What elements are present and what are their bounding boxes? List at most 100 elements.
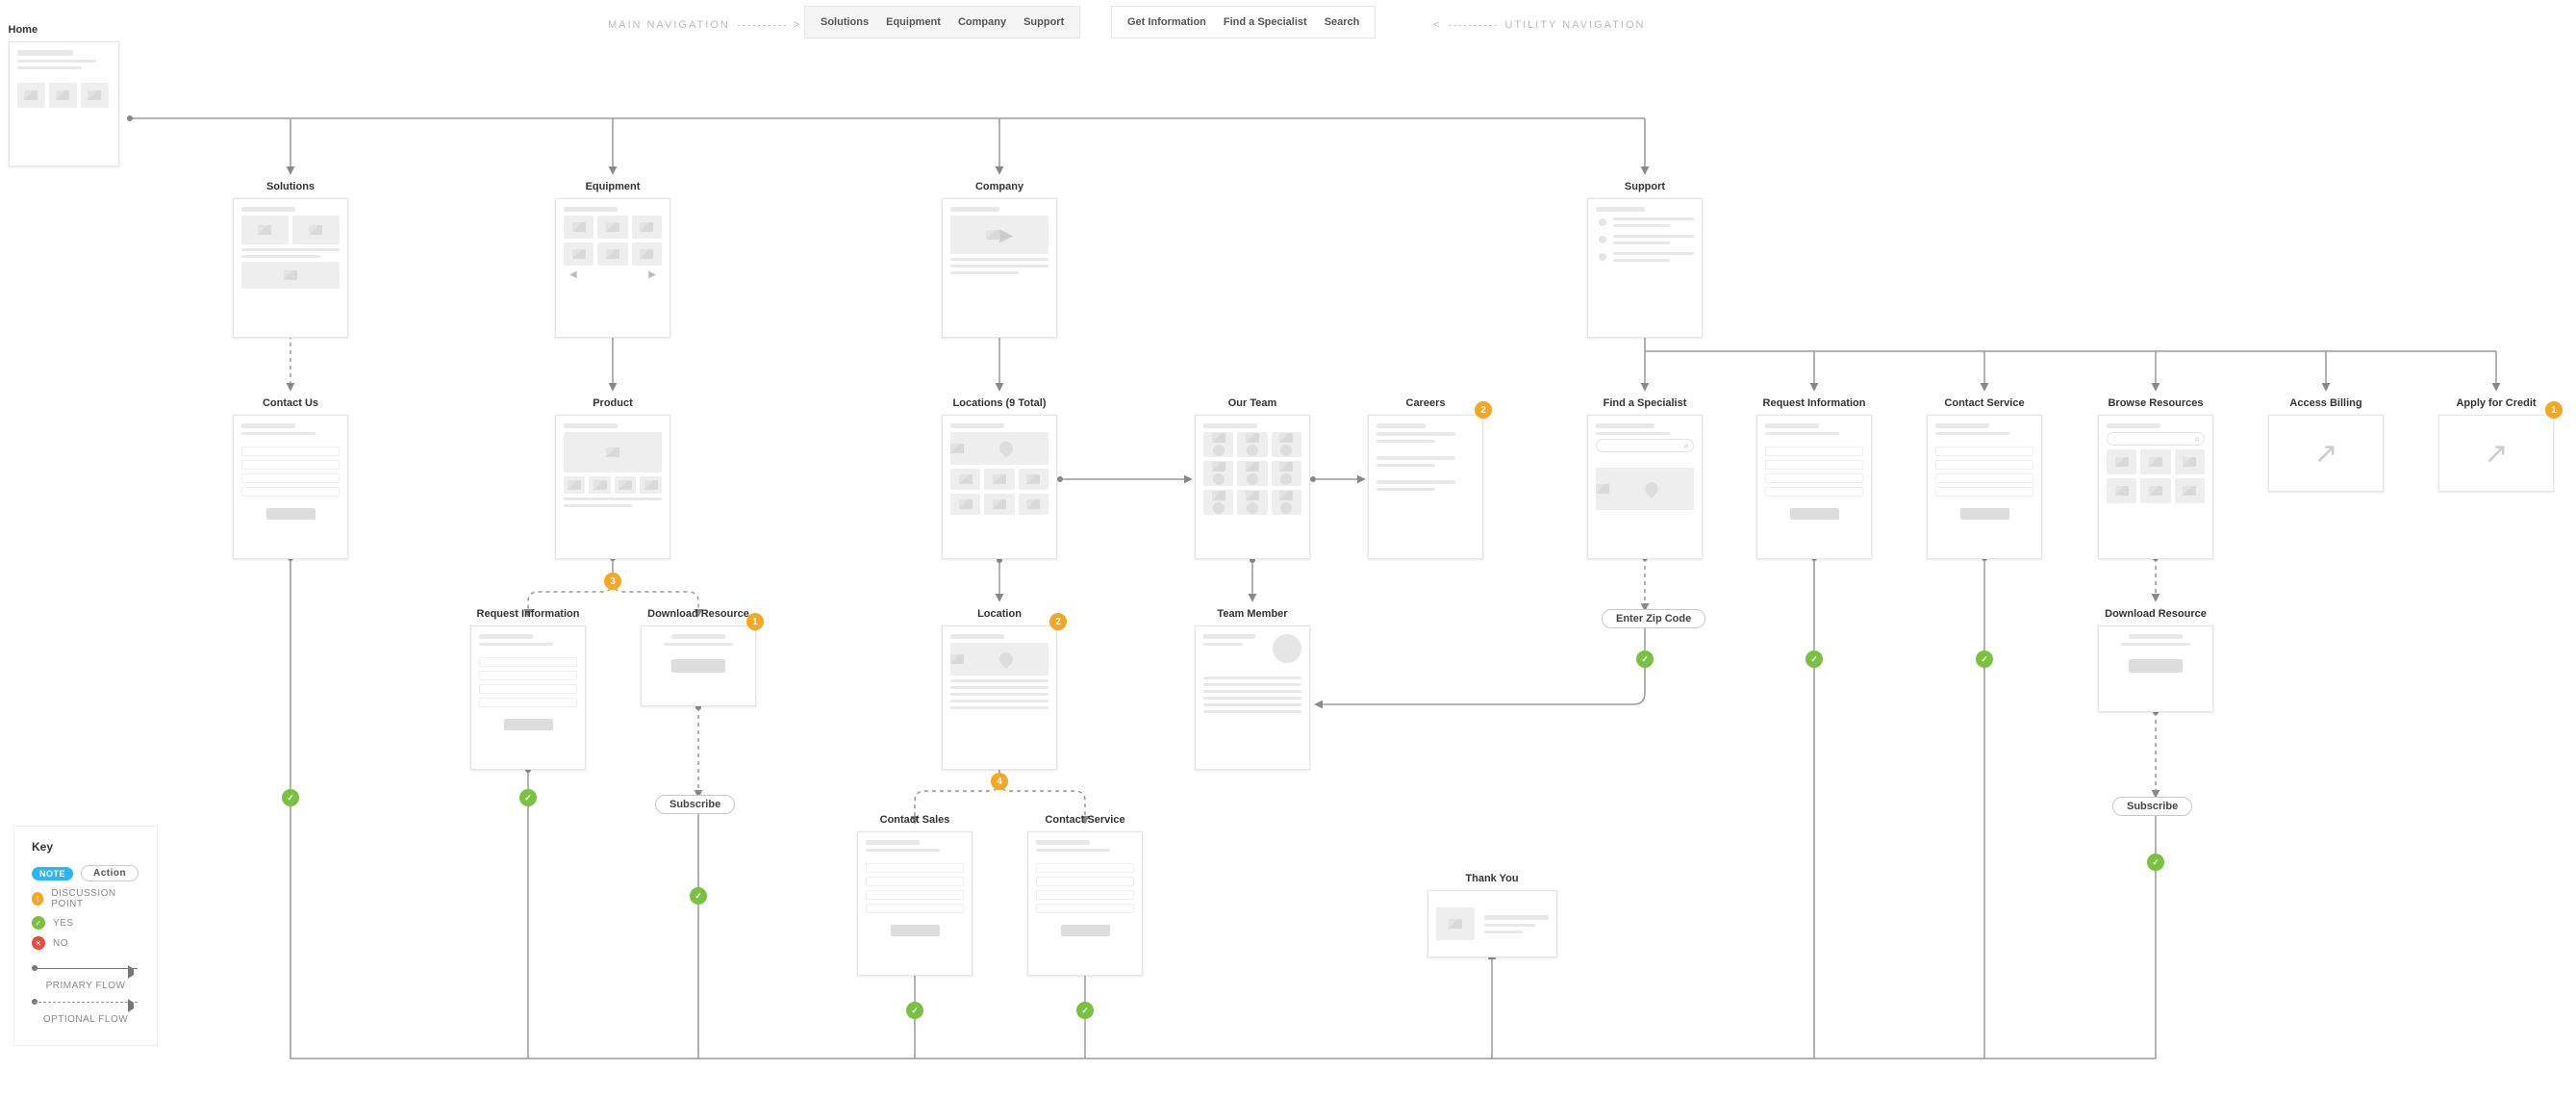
wireframe-card <box>233 198 348 338</box>
legend-key: Key NOTE Action !DISCUSSION POINT ✓YES ✕… <box>13 826 158 1046</box>
key-action: Action <box>81 865 139 881</box>
node-contact_us[interactable]: Contact Us <box>233 397 348 559</box>
wireframe-card <box>1027 831 1143 976</box>
node-title: Support <box>1587 181 1703 192</box>
wireframe-card: ↗ <box>2438 415 2554 492</box>
badge-credit: 1 <box>2545 401 2563 419</box>
node-contact_service2[interactable]: Contact Service <box>1027 814 1143 976</box>
wireframe-card <box>1587 198 1703 338</box>
node-equipment[interactable]: Equipment ◀▶ <box>555 181 670 338</box>
node-home[interactable]: Home <box>9 24 119 166</box>
node-browse[interactable]: Browse Resources <box>2098 397 2213 559</box>
wireframe-card <box>2098 625 2213 712</box>
node-locations[interactable]: Locations (9 Total) <box>942 397 1057 559</box>
utility-nav: Get Information Find a Specialist Search <box>1111 6 1376 38</box>
wireframe-card <box>233 415 348 559</box>
node-title: Apply for Credit <box>2438 397 2554 409</box>
key-yes: YES <box>53 918 74 929</box>
nav-equipment[interactable]: Equipment <box>886 16 941 28</box>
wireframe-card <box>857 831 972 976</box>
node-title: Contact Sales <box>857 814 972 826</box>
badge-g_contact_us <box>282 789 299 806</box>
wireframe-card <box>1427 890 1557 957</box>
key-primary-flow <box>32 964 139 974</box>
node-contact_sales[interactable]: Contact Sales <box>857 814 972 976</box>
wireframe-card <box>1927 415 2042 559</box>
main-nav-label: MAIN NAVIGATION> <box>608 19 801 31</box>
badge-download1: 1 <box>746 613 764 630</box>
wireframe-card <box>1368 415 1483 559</box>
key-title: Key <box>32 840 139 854</box>
wireframe-card: ↗ <box>2268 415 2384 492</box>
key-primary-label: PRIMARY FLOW <box>46 981 126 991</box>
wireframe-card <box>942 625 1057 770</box>
node-company[interactable]: Company▶ <box>942 181 1057 338</box>
node-title: Request Information <box>1756 397 1872 409</box>
node-credit[interactable]: Apply for Credit ↗ <box>2438 397 2554 492</box>
node-title: Our Team <box>1195 397 1310 409</box>
badge-g_cs2 <box>1076 1002 1094 1019</box>
wireframe-card <box>641 625 756 706</box>
action-subscribe2[interactable]: Subscribe <box>2112 797 2192 816</box>
nav-get-info[interactable]: Get Information <box>1127 16 1206 28</box>
nav-search[interactable]: Search <box>1325 16 1360 28</box>
wireframe-card <box>555 415 670 559</box>
wireframe-card <box>2098 415 2213 559</box>
badge-g_cs1 <box>1976 651 1993 668</box>
badge-g_req_info1 <box>1806 651 1823 668</box>
node-contact_service1[interactable]: Contact Service <box>1927 397 2042 559</box>
nav-support[interactable]: Support <box>1023 16 1064 28</box>
node-title: Thank You <box>1427 873 1557 884</box>
node-title: Download Resource <box>2098 608 2213 620</box>
node-title: Product <box>555 397 670 409</box>
nav-find-specialist[interactable]: Find a Specialist <box>1224 16 1307 28</box>
node-product[interactable]: Product <box>555 397 670 559</box>
main-nav: Solutions Equipment Company Support <box>804 6 1080 38</box>
wireframe-card: ◀▶ <box>555 198 670 338</box>
node-billing[interactable]: Access Billing↗ <box>2268 397 2384 492</box>
action-subscribe1[interactable]: Subscribe <box>655 795 735 814</box>
node-support[interactable]: Support <box>1587 181 1703 338</box>
key-note: NOTE <box>32 867 73 880</box>
wireframe-card <box>1195 415 1310 559</box>
node-title: Find a Specialist <box>1587 397 1703 409</box>
utility-nav-label: <UTILITY NAVIGATION <box>1433 19 1645 31</box>
node-title: Contact Us <box>233 397 348 409</box>
node-download1[interactable]: Download Resource <box>641 608 756 706</box>
badge-loc_branch: 4 <box>991 773 1008 790</box>
node-solutions[interactable]: Solutions <box>233 181 348 338</box>
node-find_specialist[interactable]: Find a Specialist <box>1587 397 1703 559</box>
badge-g_zip <box>1636 651 1654 668</box>
badge-g_sales <box>906 1002 923 1019</box>
badge-location: 2 <box>1049 613 1067 630</box>
node-title: Equipment <box>555 181 670 192</box>
node-our_team[interactable]: Our Team <box>1195 397 1310 559</box>
node-title: Locations (9 Total) <box>942 397 1057 409</box>
node-title: Contact Service <box>1927 397 2042 409</box>
key-optional-flow <box>32 998 139 1008</box>
key-discussion: DISCUSSION POINT <box>51 888 139 909</box>
badge-g_req_info2 <box>519 789 537 806</box>
key-no: NO <box>53 938 68 949</box>
node-title: Download Resource <box>641 608 756 620</box>
node-title: Location <box>942 608 1057 620</box>
node-req_info1[interactable]: Request Information <box>1756 397 1872 559</box>
node-req_info2[interactable]: Request Information <box>470 608 586 770</box>
wireframe-card <box>9 41 119 166</box>
node-download2[interactable]: Download Resource <box>2098 608 2213 712</box>
wireframe-card <box>942 415 1057 559</box>
nav-solutions[interactable]: Solutions <box>821 16 869 28</box>
node-location[interactable]: Location <box>942 608 1057 770</box>
node-title: Team Member <box>1195 608 1310 620</box>
node-thank_you[interactable]: Thank You <box>1427 873 1557 957</box>
badge-product_branch: 3 <box>604 573 621 590</box>
wireframe-card <box>1756 415 1872 559</box>
node-careers[interactable]: Careers <box>1368 397 1483 559</box>
node-title: Solutions <box>233 181 348 192</box>
wireframe-card <box>1587 415 1703 559</box>
nav-company[interactable]: Company <box>958 16 1006 28</box>
node-title: Request Information <box>470 608 586 620</box>
node-team_member[interactable]: Team Member <box>1195 608 1310 770</box>
node-title: Browse Resources <box>2098 397 2213 409</box>
action-enter_zip[interactable]: Enter Zip Code <box>1602 609 1705 628</box>
